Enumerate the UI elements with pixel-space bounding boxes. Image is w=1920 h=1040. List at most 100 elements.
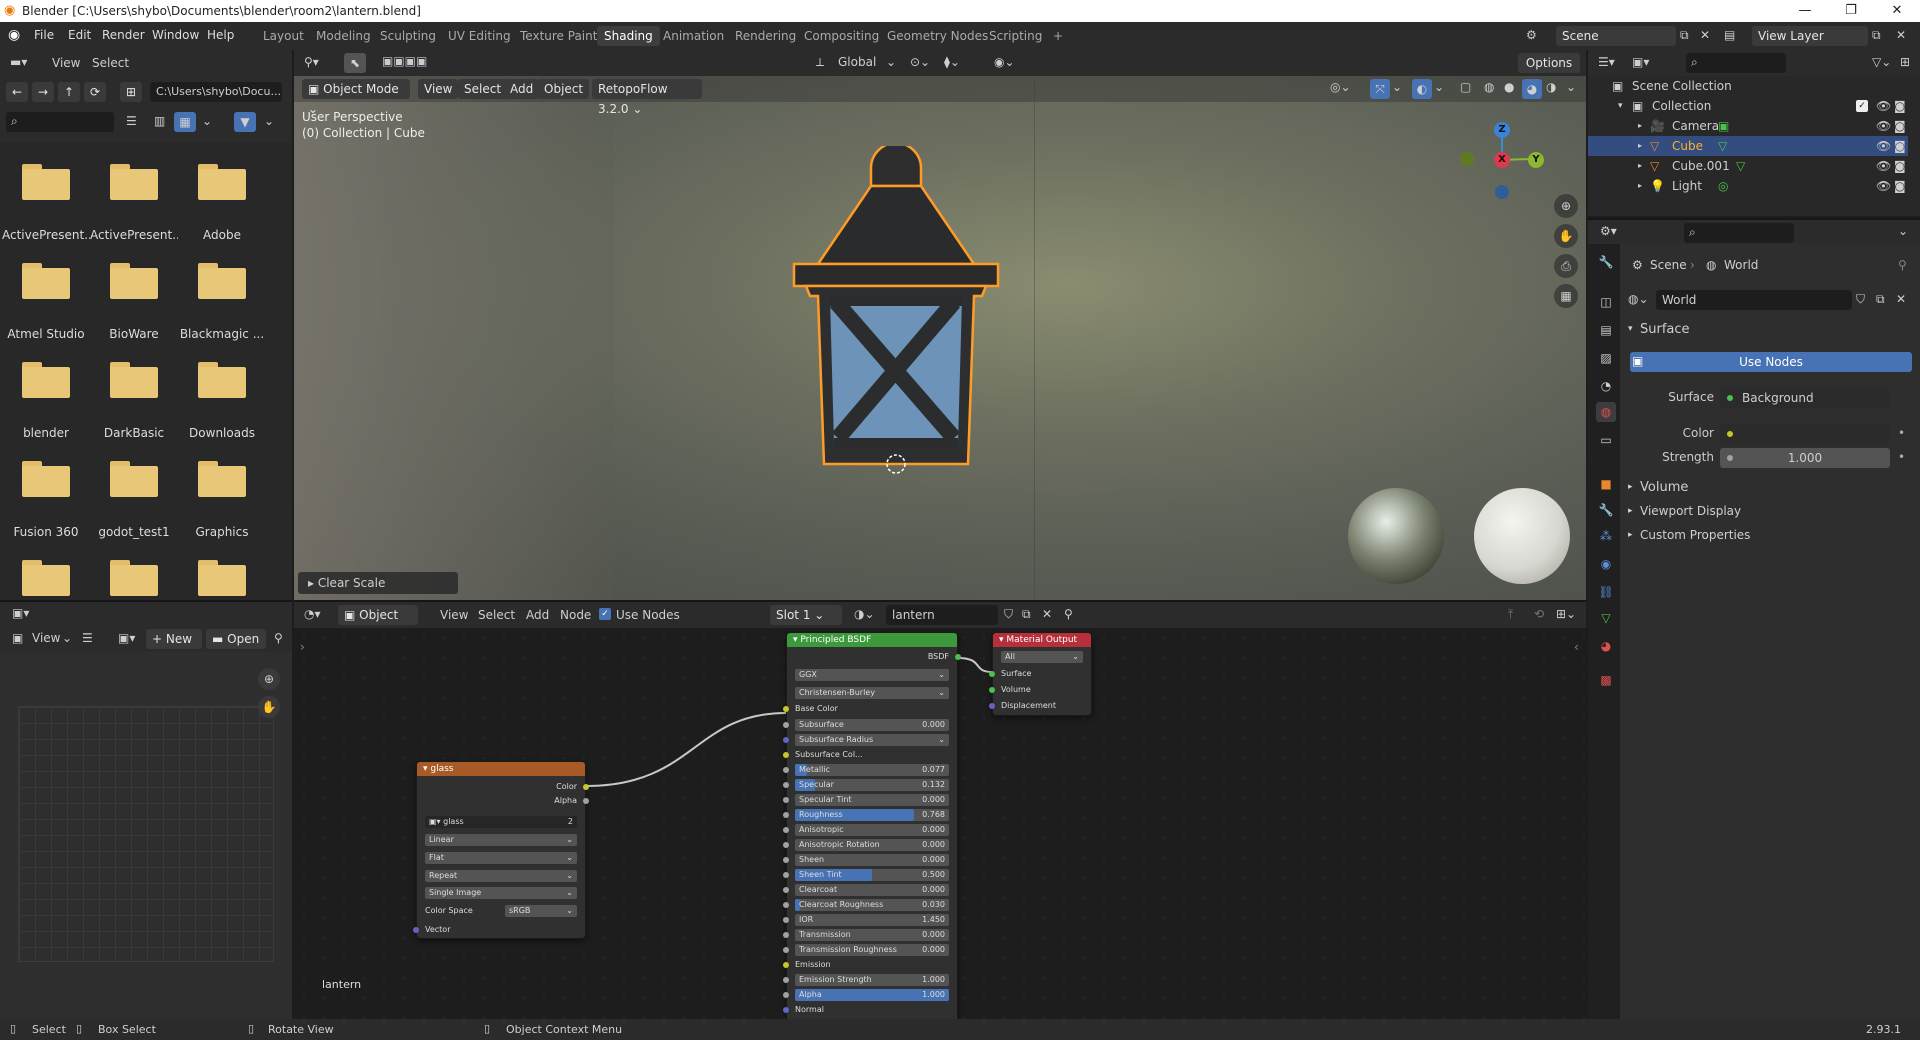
bsdf-input-field[interactable]: Subsurface Col... <box>795 749 949 761</box>
world-browse-icon[interactable]: ◍⌄ <box>1628 292 1649 306</box>
unlink-material-icon[interactable]: ✕ <box>1042 607 1052 621</box>
expand-icon[interactable]: ▸ <box>1638 136 1642 156</box>
sidebar-toggle-right-icon[interactable]: ‹ <box>1574 640 1579 654</box>
folder-item[interactable] <box>90 560 178 600</box>
interpolation-dropdown[interactable]: Linear ⌄ <box>425 834 577 846</box>
input-socket[interactable] <box>783 857 789 863</box>
orientation-selector[interactable]: Global <box>838 55 876 69</box>
bsdf-input-field[interactable]: Subsurface 0.000 <box>795 719 949 731</box>
overlay-icon[interactable]: ◐ <box>1412 79 1432 99</box>
menu-window[interactable]: Window <box>152 28 199 42</box>
wireframe-shading-icon[interactable]: ◍ <box>1484 80 1494 94</box>
editor-type-icon[interactable]: ☰▾ <box>1598 55 1615 69</box>
delete-view-layer-icon[interactable]: ✕ <box>1896 28 1906 42</box>
tab-modeling[interactable]: Modeling <box>309 26 378 46</box>
distribution-dropdown[interactable]: GGX ⌄ <box>795 669 949 681</box>
hamburger-icon[interactable]: ☰ <box>82 631 93 645</box>
bsdf-input-field[interactable]: IOR 1.450 <box>795 914 949 926</box>
gizmo-icon[interactable]: ⤧ <box>1370 79 1390 99</box>
fake-user-icon[interactable]: ⛉ <box>1856 292 1865 307</box>
bsdf-output-socket[interactable] <box>955 654 961 660</box>
alpha-output-socket[interactable] <box>583 798 589 804</box>
material-name-field[interactable]: lantern <box>886 605 998 625</box>
material-preview-icon[interactable]: ◕ <box>1522 79 1542 99</box>
tab-geometry-nodes[interactable]: Geometry Nodes <box>880 26 995 46</box>
physics-tab-icon[interactable]: ◉ <box>1596 554 1616 574</box>
particles-tab-icon[interactable]: ⁂ <box>1596 526 1616 546</box>
viewport-add-menu[interactable]: Add <box>504 79 540 99</box>
extension-dropdown[interactable]: Repeat ⌄ <box>425 870 577 882</box>
file-search-input[interactable]: ⌕ <box>6 112 114 132</box>
tab-animation[interactable]: Animation <box>656 26 731 46</box>
expand-icon[interactable]: ▾ <box>1628 324 1633 334</box>
minimize-button[interactable]: — <box>1782 0 1828 22</box>
menu-help[interactable]: Help <box>207 28 234 42</box>
bsdf-input-field[interactable]: Sheen 0.000 <box>795 854 949 866</box>
subsurface-method-dropdown[interactable]: Christensen-Burley ⌄ <box>795 687 949 699</box>
options-chevron-icon[interactable]: ⌄ <box>1898 224 1908 238</box>
color-space-dropdown[interactable]: sRGB ⌄ <box>505 905 577 917</box>
scene-collection-row[interactable]: ▣ Scene Collection <box>1588 76 1908 96</box>
pan-hand-icon[interactable]: ✋ <box>1554 224 1578 248</box>
texture-tab-icon[interactable]: ▩ <box>1596 670 1616 690</box>
pin-icon[interactable]: ⚲ <box>274 631 283 645</box>
input-socket[interactable] <box>783 1007 789 1013</box>
menu-file[interactable]: File <box>34 28 54 42</box>
eye-icon[interactable]: 👁 <box>1876 116 1891 136</box>
input-socket[interactable] <box>783 872 789 878</box>
add-workspace-button[interactable]: + <box>1046 26 1070 46</box>
folder-item[interactable]: ActivePresent... <box>2 164 90 254</box>
pivot-icon[interactable]: ⊙⌄ <box>910 55 930 69</box>
image-view-menu[interactable]: View <box>32 631 60 645</box>
editor-type-icon[interactable]: ◔▾ <box>304 607 321 621</box>
volume-input-socket[interactable] <box>989 687 995 693</box>
solid-shading-icon[interactable]: ● <box>1504 80 1514 94</box>
tab-scripting[interactable]: Scripting <box>982 26 1049 46</box>
input-socket[interactable] <box>783 887 789 893</box>
node-node-menu[interactable]: Node <box>560 608 591 622</box>
display-mode-icon[interactable]: ▣▾ <box>1632 55 1649 69</box>
bsdf-input-field[interactable]: Roughness 0.768 <box>795 809 949 821</box>
bsdf-input-field[interactable]: Sheen Tint 0.500 <box>795 869 949 881</box>
folder-item[interactable]: Blackmagic ... <box>178 263 266 353</box>
bsdf-input-field[interactable]: Metallic 0.077 <box>795 764 949 776</box>
close-window-button[interactable]: ✕ <box>1874 0 1920 22</box>
bsdf-input-field[interactable]: Clearcoat Roughness 0.030 <box>795 899 949 911</box>
node-select-menu[interactable]: Select <box>478 608 515 622</box>
input-socket[interactable] <box>783 917 789 923</box>
image-texture-node[interactable]: ▾ glass Color Alpha ▣▾ glass 2 Linear ⌄ Fl… <box>413 761 589 939</box>
navigation-gizmo[interactable]: Z X Y <box>1454 110 1554 210</box>
slot-selector[interactable]: Slot 1 ⌄ <box>770 605 842 625</box>
xray-icon[interactable]: ▢ <box>1460 80 1471 94</box>
view-layer-tab-icon[interactable]: ▨ <box>1596 348 1616 368</box>
tab-shading[interactable]: Shading <box>597 26 660 46</box>
constraints-tab-icon[interactable]: ⛓ <box>1596 582 1616 602</box>
viewport-3d[interactable]: ▣ Object Mode ⌄ View Select Add Object R… <box>294 76 1586 600</box>
principled-bsdf-node[interactable]: ▾ Principled BSDF BSDF GGX ⌄ Christensen-… <box>783 632 961 1019</box>
bsdf-input-field[interactable]: Anisotropic Rotation 0.000 <box>795 839 949 851</box>
menu-render[interactable]: Render <box>102 28 145 42</box>
target-dropdown[interactable]: All ⌄ <box>1001 651 1083 663</box>
expand-icon[interactable]: ▸ <box>1628 482 1633 492</box>
use-nodes-checkbox[interactable]: ✓ <box>599 608 611 620</box>
base-color-socket[interactable] <box>783 706 789 712</box>
duplicate-material-icon[interactable]: ⧉ <box>1022 607 1031 622</box>
outliner-item[interactable]: ▸ ▽ Cube ▽ 👁 ◙ <box>1588 136 1908 156</box>
projection-dropdown[interactable]: Flat ⌄ <box>425 852 577 864</box>
pan-hand-icon[interactable]: ✋ <box>258 696 280 718</box>
bsdf-input-field[interactable]: Anisotropic 0.000 <box>795 824 949 836</box>
snap-icon[interactable]: ⧫⌄ <box>944 55 960 69</box>
folder-item[interactable]: godot_test1 <box>90 461 178 551</box>
exclude-checkbox[interactable]: ✓ <box>1856 100 1868 112</box>
tab-sculpting[interactable]: Sculpting <box>373 26 443 46</box>
outliner-item[interactable]: ▸ 💡 Light ◎ 👁 ◙ <box>1588 176 1908 196</box>
input-socket[interactable] <box>783 812 789 818</box>
folder-item[interactable]: blender <box>2 362 90 452</box>
surface-shader-selector[interactable]: Background <box>1720 388 1890 408</box>
bsdf-input-field[interactable]: Specular Tint 0.000 <box>795 794 949 806</box>
surface-input-socket[interactable] <box>989 671 995 677</box>
select-tool-icon[interactable]: ⬉ <box>344 53 366 73</box>
proportional-icon[interactable]: ◉⌄ <box>994 55 1015 69</box>
material-tab-icon[interactable]: ◕ <box>1596 636 1616 656</box>
maximize-button[interactable]: ❐ <box>1828 0 1874 22</box>
